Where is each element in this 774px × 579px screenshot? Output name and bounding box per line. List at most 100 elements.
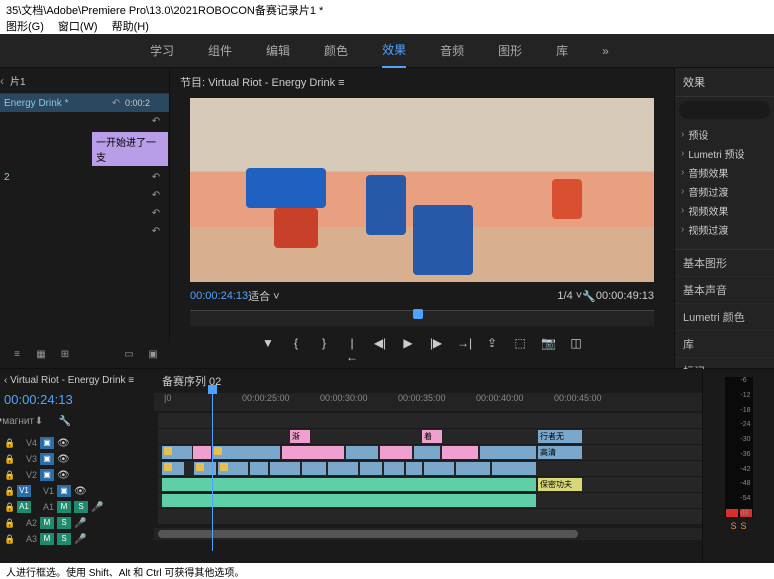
- freeform-icon[interactable]: ⊞: [56, 346, 74, 362]
- panel-tab[interactable]: 基本声音: [675, 277, 774, 304]
- tab-more[interactable]: »: [602, 44, 609, 58]
- clip[interactable]: 渐: [290, 430, 310, 443]
- clip[interactable]: [270, 462, 300, 475]
- tab-library[interactable]: 库: [556, 42, 568, 59]
- clip[interactable]: [384, 462, 404, 475]
- settings-icon[interactable]: 🔧: [56, 413, 74, 429]
- tab-audio[interactable]: 音频: [440, 42, 464, 59]
- time-ruler[interactable]: |000:00:25:0000:00:30:0000:00:35:0000:00…: [154, 393, 702, 411]
- mark-in-icon[interactable]: ▼: [261, 336, 275, 364]
- clip[interactable]: [218, 462, 248, 475]
- effects-folder[interactable]: 视频效果: [675, 201, 774, 220]
- panel-tab[interactable]: Lumetri 颜色: [675, 304, 774, 331]
- project-item[interactable]: Energy Drink *: [4, 98, 107, 109]
- clip[interactable]: [442, 446, 478, 459]
- clip[interactable]: 行者无: [538, 430, 582, 443]
- menu-window[interactable]: 窗口(W): [58, 18, 98, 32]
- wrench-icon[interactable]: 🔧: [582, 290, 596, 303]
- step-back-icon[interactable]: ◀|: [373, 336, 387, 364]
- track-v2[interactable]: 高清: [158, 445, 702, 460]
- clip[interactable]: [424, 462, 454, 475]
- track-v4[interactable]: [158, 413, 702, 428]
- track-v1[interactable]: [158, 461, 702, 476]
- clip[interactable]: [328, 462, 358, 475]
- track-header[interactable]: 🔒V2▣👁: [4, 467, 150, 483]
- clip[interactable]: [406, 462, 422, 475]
- clip[interactable]: [346, 446, 378, 459]
- clip[interactable]: [480, 446, 536, 459]
- track-a1[interactable]: 保密功夫: [158, 477, 702, 492]
- zoom-dropdown[interactable]: 1/4 ˅: [557, 290, 582, 302]
- audio-clip[interactable]: [162, 494, 536, 507]
- track-header[interactable]: 🔒V4▣👁: [4, 435, 150, 451]
- timeline-scrollbar[interactable]: [154, 528, 702, 540]
- snap-icon[interactable]: �магнит: [4, 413, 22, 429]
- tab-editing[interactable]: 编辑: [266, 42, 290, 59]
- audio-clip[interactable]: [162, 478, 536, 491]
- solo-button[interactable]: S: [730, 521, 736, 531]
- go-in-icon[interactable]: |←: [345, 336, 359, 364]
- track-header[interactable]: 🔒A2MS🎤: [4, 515, 150, 531]
- effects-folder[interactable]: 音频效果: [675, 163, 774, 182]
- track-a2[interactable]: [158, 493, 702, 508]
- undo-icon[interactable]: ↶: [147, 113, 165, 129]
- clip[interactable]: [414, 446, 440, 459]
- mark-out-icon[interactable]: }: [317, 336, 331, 364]
- marker-icon[interactable]: ⬇: [30, 413, 48, 429]
- clip[interactable]: [162, 462, 184, 475]
- track-a3[interactable]: [158, 509, 702, 524]
- export-frame-icon[interactable]: 📷: [541, 336, 555, 364]
- tab-effects[interactable]: 效果: [382, 41, 406, 68]
- list-view-icon[interactable]: ≡: [8, 346, 26, 362]
- effects-folder[interactable]: Lumetri 预设: [675, 144, 774, 163]
- effects-folder[interactable]: 音频过渡: [675, 182, 774, 201]
- undo-icon[interactable]: ↶: [147, 205, 165, 221]
- undo-icon[interactable]: ↶: [147, 223, 165, 239]
- clip[interactable]: [360, 462, 382, 475]
- scrub-bar[interactable]: [190, 310, 654, 326]
- track-header[interactable]: 🔒A3MS🎤: [4, 531, 150, 547]
- step-fwd-icon[interactable]: |▶: [429, 336, 443, 364]
- menu-graphics[interactable]: 图形(G): [6, 18, 44, 32]
- clip[interactable]: [492, 462, 536, 475]
- audio-clip[interactable]: 保密功夫: [538, 478, 582, 491]
- extract-icon[interactable]: ⬚: [513, 336, 527, 364]
- track-header[interactable]: 🔒V3▣👁: [4, 451, 150, 467]
- playhead-icon[interactable]: [413, 309, 423, 319]
- clip[interactable]: [456, 462, 490, 475]
- menu-help[interactable]: 帮助(H): [112, 18, 149, 32]
- effects-search[interactable]: [679, 101, 770, 119]
- new-item-icon[interactable]: ▣: [144, 346, 162, 362]
- tab-graphics[interactable]: 图形: [498, 42, 522, 59]
- track-v3[interactable]: 渐 着 行者无: [158, 429, 702, 444]
- clip[interactable]: 着: [422, 430, 442, 443]
- clip[interactable]: [212, 446, 280, 459]
- fit-dropdown[interactable]: 适合 ˅: [248, 288, 279, 304]
- clip[interactable]: [162, 446, 192, 459]
- go-out-icon[interactable]: →|: [457, 336, 471, 364]
- track-header[interactable]: 🔒V1V1▣👁: [4, 483, 150, 499]
- clip[interactable]: [282, 446, 344, 459]
- play-icon[interactable]: ▶: [401, 336, 415, 364]
- clip[interactable]: [380, 446, 412, 459]
- undo-icon[interactable]: ↶: [147, 187, 165, 203]
- playhead[interactable]: [212, 385, 213, 551]
- tab-learn[interactable]: 学习: [150, 42, 174, 59]
- solo-button[interactable]: S: [741, 521, 747, 531]
- source-timecode[interactable]: 00:00:24:13: [4, 388, 150, 411]
- timecode-in[interactable]: 00:00:24:13: [190, 290, 248, 302]
- mark-out-icon[interactable]: {: [289, 336, 303, 364]
- lift-icon[interactable]: ⇪: [485, 336, 499, 364]
- panel-tab[interactable]: 库: [675, 331, 774, 358]
- effects-folder[interactable]: 视频过渡: [675, 220, 774, 239]
- undo-icon[interactable]: ↶: [147, 169, 165, 185]
- track-header[interactable]: 🔒A1A1MS🎤: [4, 499, 150, 515]
- clip[interactable]: [302, 462, 326, 475]
- clip[interactable]: [250, 462, 268, 475]
- new-bin-icon[interactable]: ▭: [120, 346, 138, 362]
- video-monitor[interactable]: [190, 98, 654, 282]
- icon-view-icon[interactable]: ▦: [32, 346, 50, 362]
- effects-folder[interactable]: 预设: [675, 125, 774, 144]
- compare-icon[interactable]: ◫: [569, 336, 583, 364]
- tab-assembly[interactable]: 组件: [208, 42, 232, 59]
